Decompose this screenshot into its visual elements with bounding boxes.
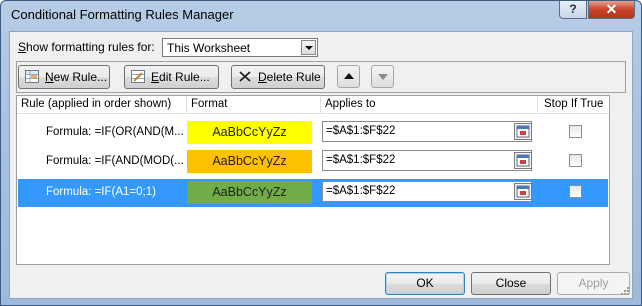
move-down-button[interactable] xyxy=(371,65,394,88)
applies-to-value: =$A$1:$F$22 xyxy=(326,125,396,137)
stop-if-true-checkbox[interactable] xyxy=(569,125,582,138)
new-rule-label: New Rule... xyxy=(45,70,108,84)
arrow-down-icon xyxy=(378,74,388,80)
edit-rule-icon xyxy=(131,70,145,83)
format-preview: AaBbCcYyZz xyxy=(187,181,312,204)
chevron-down-icon[interactable] xyxy=(301,40,316,55)
new-rule-button[interactable]: New Rule... xyxy=(18,65,110,89)
ok-button[interactable]: OK xyxy=(385,272,465,295)
title-bar[interactable]: Conditional Formatting Rules Manager ? ✕ xyxy=(1,1,641,27)
dialog-body: Show formatting rules for: This Workshee… xyxy=(9,31,633,299)
applies-to-field[interactable]: =$A$1:$F$22 xyxy=(322,150,532,171)
edit-rule-button[interactable]: Edit Rule... xyxy=(124,65,219,89)
column-header-rule[interactable]: Rule (applied in order shown) xyxy=(17,96,187,114)
close-button[interactable]: Close xyxy=(471,272,551,295)
rule-formula: Formula: =IF(AND(MOD(... xyxy=(46,155,184,167)
arrow-up-icon xyxy=(344,73,354,79)
show-rules-dropdown[interactable]: This Worksheet xyxy=(162,38,318,57)
applies-to-field[interactable]: =$A$1:$F$22 xyxy=(322,181,532,202)
close-window-button[interactable]: ✕ xyxy=(588,1,635,19)
edit-rule-label: Edit Rule... xyxy=(151,70,210,84)
stop-if-true-checkbox[interactable] xyxy=(569,185,582,198)
delete-icon xyxy=(239,71,251,82)
column-header-applies-to[interactable]: Applies to xyxy=(321,96,538,114)
delete-rule-button[interactable]: Delete Rule xyxy=(231,65,325,89)
rule-row[interactable]: Formula: =IF(AND(MOD(... AaBbCcYyZz =$A$… xyxy=(18,148,608,176)
range-select-icon xyxy=(516,185,530,198)
format-preview: AaBbCcYyZz xyxy=(187,121,312,144)
rule-row-selected[interactable]: Formula: =IF(A1=0;1) AaBbCcYyZz =$A$1:$F… xyxy=(18,179,608,207)
rule-formula: Formula: =IF(A1=0;1) xyxy=(46,186,156,198)
collapse-dialog-button[interactable] xyxy=(514,152,532,169)
range-select-icon xyxy=(516,154,530,167)
dialog-window: Conditional Formatting Rules Manager ? ✕… xyxy=(0,0,642,306)
help-button[interactable]: ? xyxy=(559,1,587,19)
rules-grid: Rule (applied in order shown) Format App… xyxy=(16,95,610,265)
show-rules-selected: This Worksheet xyxy=(167,41,251,55)
rule-row[interactable]: Formula: =IF(OR(AND(M... AaBbCcYyZz =$A$… xyxy=(18,119,608,147)
window-title: Conditional Formatting Rules Manager xyxy=(11,7,234,22)
resize-grip-icon[interactable] xyxy=(620,286,630,296)
delete-rule-label: Delete Rule xyxy=(258,70,321,84)
collapse-dialog-button[interactable] xyxy=(514,123,532,140)
collapse-dialog-button[interactable] xyxy=(514,183,532,200)
rule-formula: Formula: =IF(OR(AND(M... xyxy=(46,126,184,138)
new-rule-icon xyxy=(25,70,39,83)
applies-to-value: =$A$1:$F$22 xyxy=(326,154,396,166)
column-header-format[interactable]: Format xyxy=(187,96,321,114)
column-header-stop-if-true[interactable]: Stop If True xyxy=(538,96,609,114)
show-rules-label: Show formatting rules for: xyxy=(18,40,155,54)
applies-to-value: =$A$1:$F$22 xyxy=(326,185,396,197)
format-preview: AaBbCcYyZz xyxy=(187,150,312,173)
range-select-icon xyxy=(516,125,530,138)
stop-if-true-checkbox[interactable] xyxy=(569,154,582,167)
applies-to-field[interactable]: =$A$1:$F$22 xyxy=(322,121,532,142)
move-up-button[interactable] xyxy=(337,65,360,88)
